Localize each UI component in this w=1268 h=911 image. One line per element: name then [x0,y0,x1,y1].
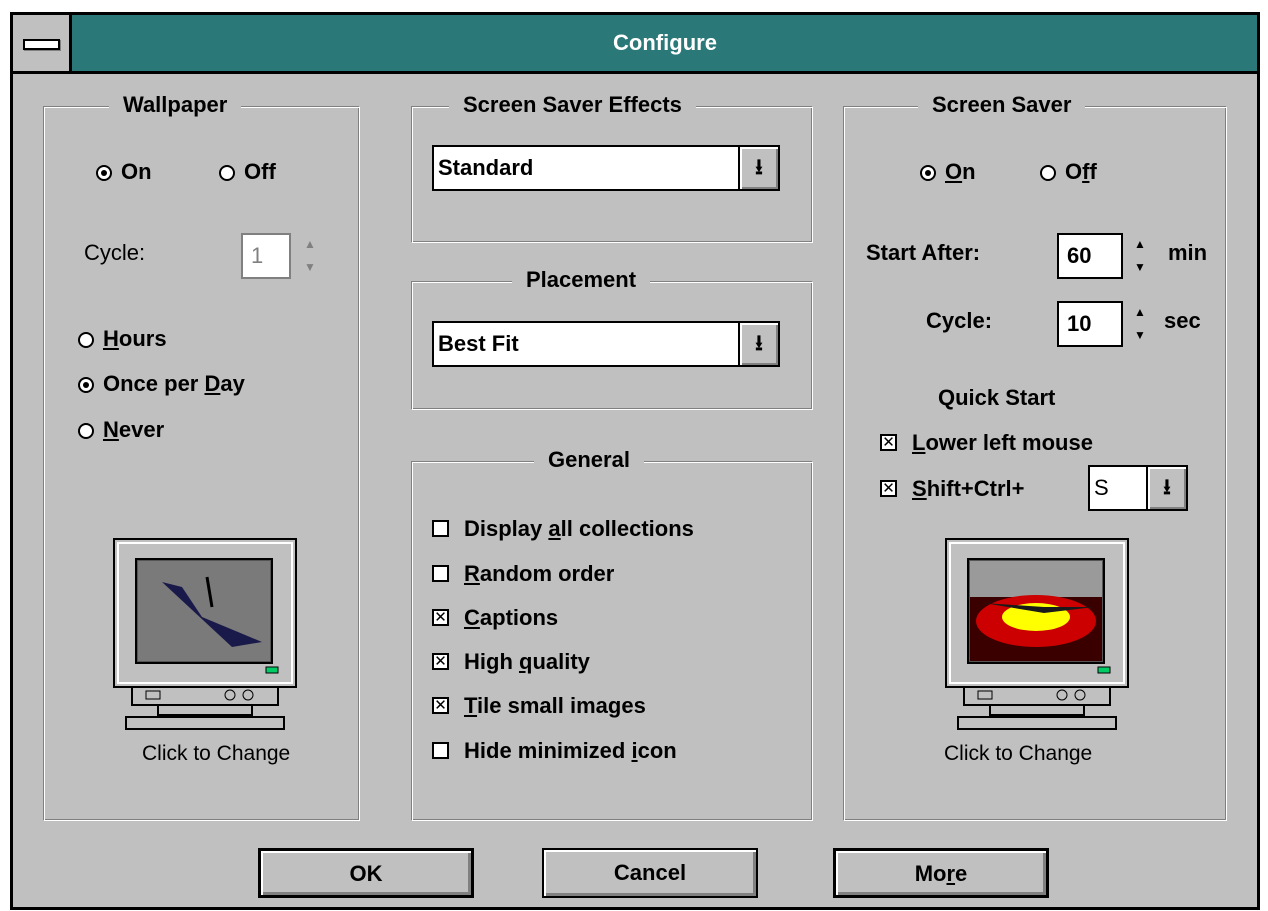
display-all-collections-checkbox[interactable] [432,520,449,537]
system-menu-icon [23,39,60,50]
configure-dialog: Configure Wallpaper On Off Cycle: 1 ▲ ▼ … [10,12,1260,910]
wallpaper-group: Wallpaper On Off Cycle: 1 ▲ ▼ Hours Once… [43,92,360,821]
tile-small-images-label[interactable]: Tile small images [464,693,646,719]
high-quality-label[interactable]: High quality [464,649,590,675]
wallpaper-off-radio[interactable] [219,165,235,181]
cancel-button[interactable]: Cancel [542,848,758,898]
spinner-up-icon[interactable]: ▲ [1129,301,1151,324]
screensaver-legend: Screen Saver [918,92,1086,118]
start-after-label: Start After: [866,240,981,265]
shift-ctrl-label[interactable]: Shift+Ctrl+ [912,476,1024,502]
hide-minimized-icon-checkbox[interactable] [432,742,449,759]
screensaver-cycle-input[interactable]: 10 [1057,301,1123,347]
screensaver-off-radio[interactable] [1040,165,1056,181]
effects-legend: Screen Saver Effects [449,92,696,118]
screensaver-on-radio[interactable] [920,165,936,181]
dropdown-arrow-icon[interactable]: ⭳ [1146,467,1186,509]
spinner-up-icon[interactable]: ▲ [1129,233,1151,256]
random-order-label[interactable]: Random order [464,561,614,587]
placement-value: Best Fit [438,331,519,356]
spinner-down-icon: ▼ [304,260,316,274]
shift-ctrl-checkbox[interactable]: ✕ [880,480,897,497]
general-group: General Display all collections Random o… [411,447,813,821]
placement-group: Placement Best Fit ⭳ [411,267,813,410]
wallpaper-cycle-input: 1 [241,233,291,279]
dropdown-arrow-icon[interactable]: ⭳ [738,147,778,189]
display-all-collections-label[interactable]: Display all collections [464,516,694,542]
spinner-down-icon[interactable]: ▼ [1129,324,1151,347]
once-per-day-radio[interactable] [78,377,94,393]
wallpaper-cycle-label: Cycle: [84,240,146,265]
wallpaper-click-caption: Click to Change [142,742,291,765]
screensaver-cycle-label: Cycle: [926,308,993,333]
never-label[interactable]: Never [103,417,164,443]
shift-ctrl-key-dropdown[interactable]: S ⭳ [1088,465,1188,511]
window-title: Configure [613,30,717,55]
placement-legend: Placement [512,267,651,293]
wallpaper-on-label[interactable]: On [121,159,152,185]
lower-left-mouse-label[interactable]: Lower left mouse [912,430,1093,456]
never-radio[interactable] [78,423,94,439]
more-button[interactable]: More [833,848,1049,898]
hide-minimized-icon-label[interactable]: Hide minimized icon [464,738,677,764]
effects-dropdown[interactable]: Standard ⭳ [432,145,780,191]
tile-small-images-checkbox[interactable]: ✕ [432,697,449,714]
random-order-checkbox[interactable] [432,565,449,582]
screensaver-cycle-unit: sec [1164,308,1201,333]
wallpaper-off-label[interactable]: Off [244,159,276,185]
placement-dropdown[interactable]: Best Fit ⭳ [432,321,780,367]
ok-button[interactable]: OK [258,848,474,898]
dropdown-arrow-icon[interactable]: ⭳ [738,323,778,365]
screensaver-off-label[interactable]: Off [1065,159,1097,185]
wallpaper-on-radio[interactable] [96,165,112,181]
captions-label[interactable]: Captions [464,605,558,631]
screensaver-preview-monitor[interactable] [944,537,1130,733]
general-legend: General [534,447,644,473]
once-per-day-label[interactable]: Once per Day [103,371,245,397]
hours-label[interactable]: Hours [103,326,167,352]
screensaver-group: Screen Saver On Off Start After: 60 ▲ ▼ … [843,92,1227,821]
captions-checkbox[interactable]: ✕ [432,609,449,626]
spinner-up-icon: ▲ [304,237,316,251]
screensaver-on-label[interactable]: On [945,159,976,185]
lower-left-mouse-checkbox[interactable]: ✕ [880,434,897,451]
hours-radio[interactable] [78,332,94,348]
screensaver-cycle-spinner[interactable]: ▲ ▼ [1129,301,1151,347]
system-menu-button[interactable] [13,15,72,71]
start-after-input[interactable]: 60 [1057,233,1123,279]
wallpaper-preview-monitor[interactable] [112,537,298,733]
quick-start-label: Quick Start [938,385,1056,410]
effects-group: Screen Saver Effects Standard ⭳ [411,92,813,243]
title-bar[interactable]: Configure [13,15,1257,74]
wallpaper-legend: Wallpaper [109,92,242,118]
start-after-unit: min [1168,240,1208,265]
shift-ctrl-key-value: S [1094,475,1109,500]
high-quality-checkbox[interactable]: ✕ [432,653,449,670]
effects-value: Standard [438,155,534,180]
screensaver-click-caption: Click to Change [944,742,1093,765]
spinner-down-icon[interactable]: ▼ [1129,256,1151,279]
wallpaper-cycle-spinner: ▲ ▼ [299,233,321,279]
start-after-spinner[interactable]: ▲ ▼ [1129,233,1151,279]
